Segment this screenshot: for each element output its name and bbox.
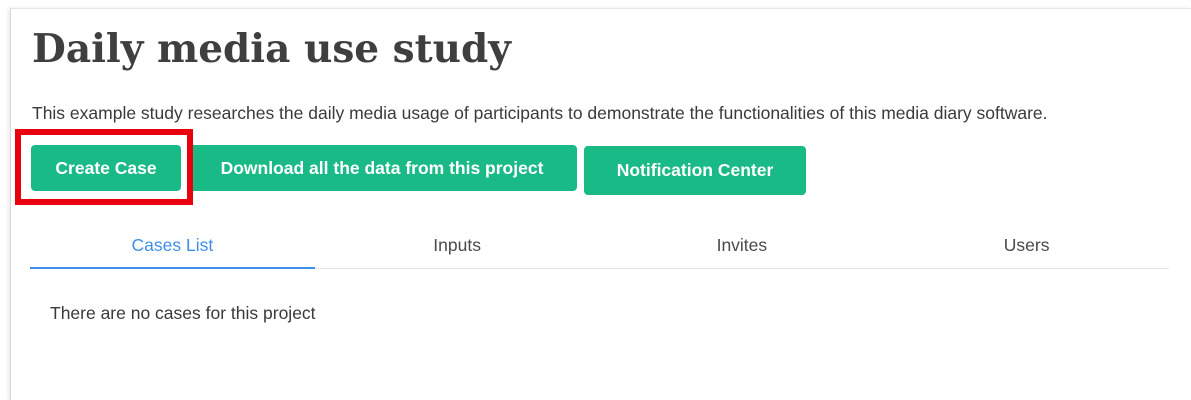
create-case-button[interactable]: Create Case bbox=[31, 145, 181, 191]
project-description: This example study researches the daily … bbox=[32, 103, 1048, 123]
download-all-data-button[interactable]: Download all the data from this project bbox=[187, 145, 577, 191]
notification-center-button[interactable]: Notification Center bbox=[584, 146, 806, 195]
tab-cases-list[interactable]: Cases List bbox=[30, 224, 315, 269]
tab-invites[interactable]: Invites bbox=[600, 224, 885, 268]
project-tabs: Cases List Inputs Invites Users bbox=[30, 224, 1169, 269]
page-title: Daily media use study bbox=[32, 26, 511, 72]
empty-cases-message: There are no cases for this project bbox=[50, 303, 316, 323]
tab-users[interactable]: Users bbox=[884, 224, 1169, 268]
tab-inputs[interactable]: Inputs bbox=[315, 224, 600, 268]
